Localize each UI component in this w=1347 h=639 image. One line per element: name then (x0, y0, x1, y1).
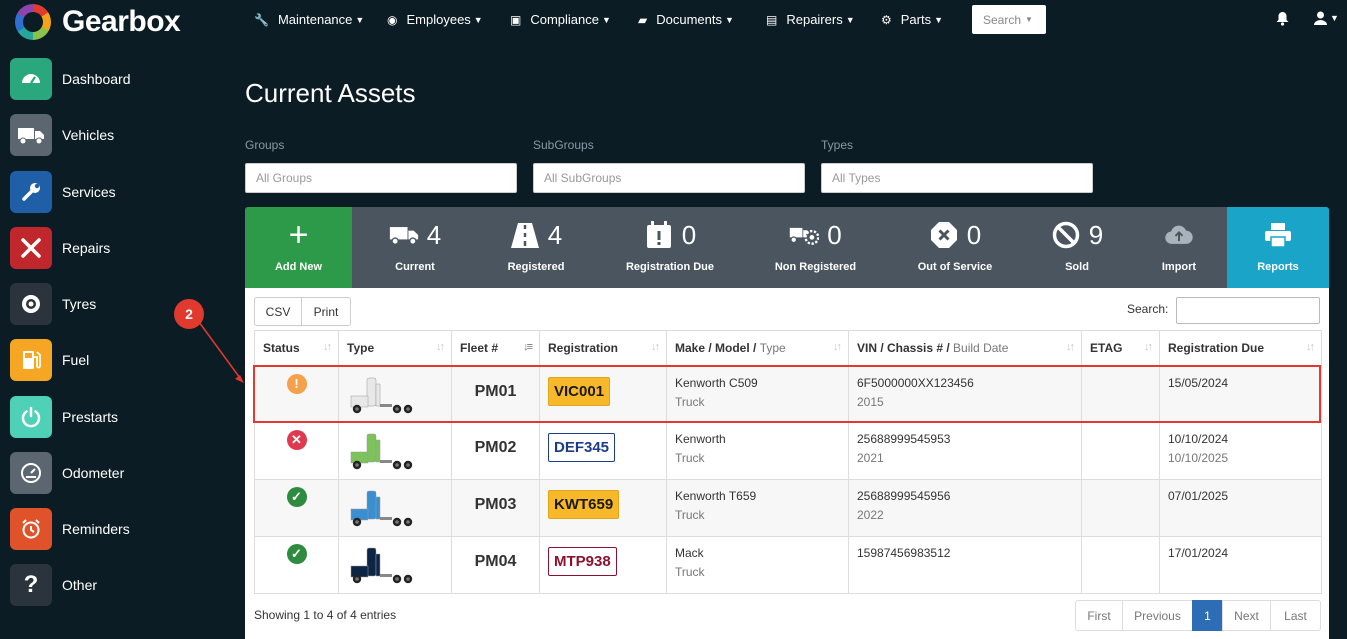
annotation-badge: 2 (174, 299, 204, 329)
